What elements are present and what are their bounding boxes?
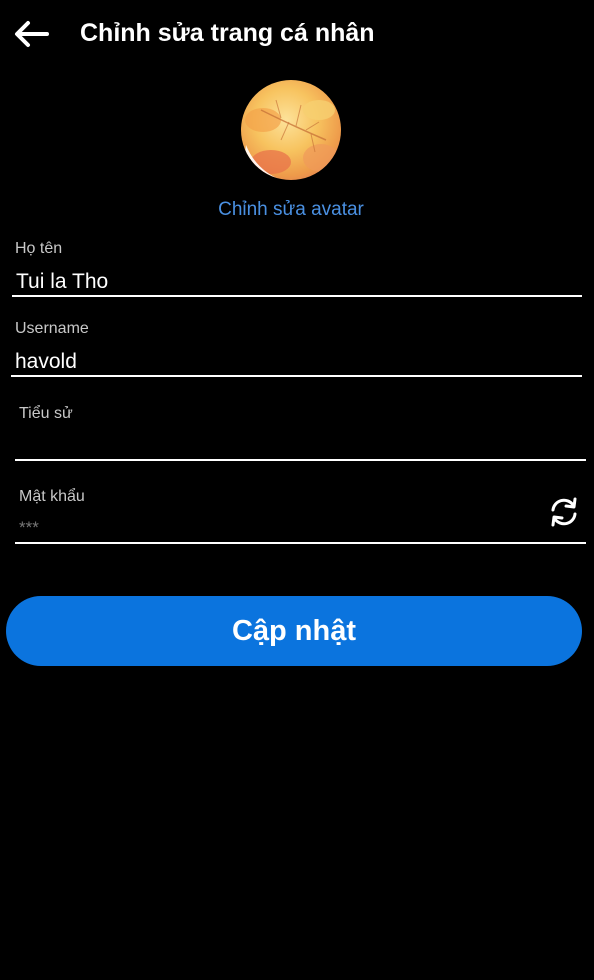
password-input[interactable] (15, 514, 586, 544)
username-input[interactable] (11, 348, 582, 377)
page-title: Chỉnh sửa trang cá nhân (80, 19, 375, 47)
edit-avatar-link[interactable]: Chỉnh sửa avatar (0, 197, 582, 223)
back-button[interactable] (10, 14, 52, 54)
arrow-left-icon (15, 21, 49, 47)
update-button[interactable]: Cập nhật (6, 596, 582, 666)
full-name-input[interactable] (12, 268, 582, 297)
avatar-image (241, 80, 341, 180)
full-name-label: Họ tên (15, 240, 63, 257)
bio-label: Tiểu sử (19, 405, 73, 422)
bio-input[interactable] (15, 430, 586, 461)
avatar[interactable] (241, 80, 341, 180)
app-header: Chỉnh sửa trang cá nhân (0, 0, 594, 66)
refresh-icon (551, 497, 577, 527)
username-label: Username (15, 320, 89, 337)
refresh-password-button[interactable] (546, 494, 582, 530)
password-label: Mật khẩu (19, 488, 85, 505)
